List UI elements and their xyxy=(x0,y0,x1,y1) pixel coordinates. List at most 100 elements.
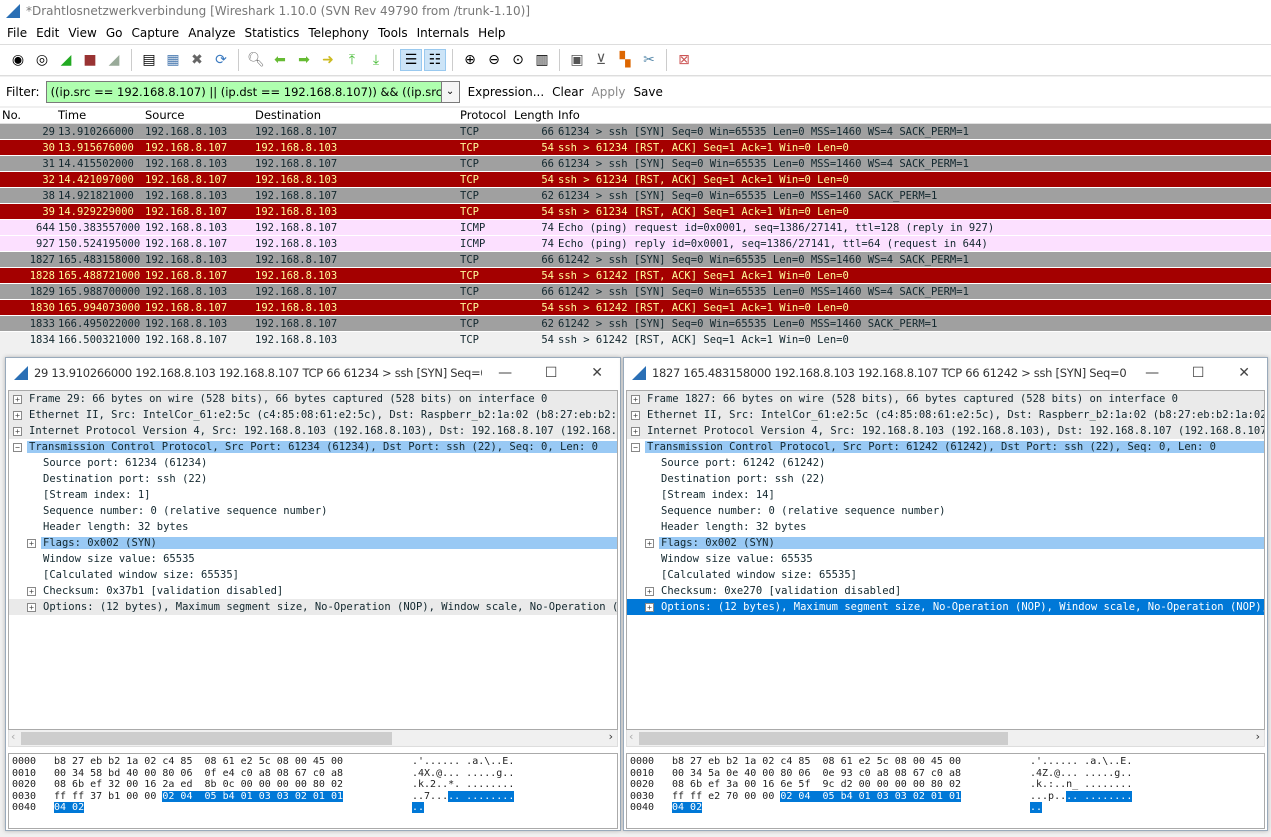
column-header-info[interactable]: Info xyxy=(558,108,1271,123)
scroll-right-icon[interactable]: › xyxy=(1256,730,1260,743)
tree-item[interactable]: Sequence number: 0 (relative sequence nu… xyxy=(627,503,1264,519)
clear-button[interactable]: Clear xyxy=(552,85,583,99)
preferences-button[interactable]: ✂ xyxy=(638,49,660,71)
packet-row[interactable]: 1833 166.495022000 192.168.8.103 192.168.8.… xyxy=(0,316,1271,332)
tree-item[interactable]: Header length: 32 bytes xyxy=(9,519,617,535)
find-button[interactable]: 🔍︎ xyxy=(245,49,267,71)
resize-columns-button[interactable]: ▥ xyxy=(531,49,553,71)
packet-row[interactable]: 30 13.915676000 192.168.8.107 192.168.8.103… xyxy=(0,140,1271,156)
expand-icon[interactable]: + xyxy=(645,602,654,612)
collapse-icon[interactable]: − xyxy=(631,442,640,452)
close-button[interactable]: ✕ xyxy=(1221,365,1267,381)
help-button[interactable]: ⊠ xyxy=(673,49,695,71)
expression-button[interactable]: Expression... xyxy=(468,85,545,99)
menu-file[interactable]: File xyxy=(4,26,33,40)
apply-button[interactable]: Apply xyxy=(592,85,626,99)
menu-telephony[interactable]: Telephony xyxy=(305,26,375,40)
scroll-left-icon[interactable]: ‹ xyxy=(11,730,15,743)
horizontal-scrollbar[interactable]: ‹ › xyxy=(626,730,1265,747)
expand-icon[interactable]: + xyxy=(631,410,640,420)
tree-item[interactable]: [Stream index: 14] xyxy=(627,487,1264,503)
packet-row[interactable]: 927 150.524195000 192.168.8.107 192.168.8.1… xyxy=(0,236,1271,252)
column-header-time[interactable]: Time xyxy=(57,108,145,123)
expand-icon[interactable]: + xyxy=(631,426,640,436)
menu-analyze[interactable]: Analyze xyxy=(185,26,241,40)
column-header-no[interactable]: No. xyxy=(0,108,57,123)
last-packet-button[interactable]: ⤓ xyxy=(365,49,387,71)
scrollbar-thumb[interactable] xyxy=(21,732,392,745)
zoom-in-button[interactable]: ⊕ xyxy=(459,49,481,71)
display-filters-button[interactable]: ⊻ xyxy=(590,49,612,71)
column-header-destination[interactable]: Destination xyxy=(255,108,460,123)
expand-icon[interactable]: + xyxy=(27,538,36,548)
menu-edit[interactable]: Edit xyxy=(33,26,65,40)
tree-item[interactable]: [Calculated window size: 65535] xyxy=(627,567,1264,583)
menu-view[interactable]: View xyxy=(65,26,102,40)
menu-help[interactable]: Help xyxy=(475,26,511,40)
go-to-packet-button[interactable]: ➜ xyxy=(317,49,339,71)
expand-icon[interactable]: + xyxy=(645,538,654,548)
auto-scroll-button[interactable]: ☷ xyxy=(424,49,446,71)
expand-icon[interactable]: + xyxy=(631,394,640,404)
menu-tools[interactable]: Tools xyxy=(375,26,414,40)
tree-item[interactable]: [Stream index: 1] xyxy=(9,487,617,503)
expand-icon[interactable]: + xyxy=(27,586,36,596)
tree-item[interactable]: + Options: (12 bytes), Maximum segment si… xyxy=(627,599,1264,615)
zoom-normal-button[interactable]: ⊙ xyxy=(507,49,529,71)
column-header-protocol[interactable]: Protocol xyxy=(460,108,512,123)
tree-item[interactable]: Header length: 32 bytes xyxy=(627,519,1264,535)
menu-statistics[interactable]: Statistics xyxy=(241,26,305,40)
colorize-button[interactable]: ☰ xyxy=(400,49,422,71)
scroll-left-icon[interactable]: ‹ xyxy=(629,730,633,743)
close-button[interactable]: ✖ xyxy=(186,49,208,71)
tree-item[interactable]: + Flags: 0x002 (SYN) xyxy=(9,535,617,551)
tree-item[interactable]: + Options: (12 bytes), Maximum segment si… xyxy=(9,599,617,615)
horizontal-scrollbar[interactable]: ‹ › xyxy=(8,730,618,747)
save-button[interactable]: ▦ xyxy=(162,49,184,71)
tree-item[interactable]: Destination port: ssh (22) xyxy=(627,471,1264,487)
packet-row[interactable]: 644 150.383557000 192.168.8.103 192.168.8.1… xyxy=(0,220,1271,236)
restart-capture-button[interactable]: ◢ xyxy=(103,49,125,71)
tree-item[interactable]: − Transmission Control Protocol, Src Port… xyxy=(9,439,617,455)
save-filter-button[interactable]: Save xyxy=(633,85,662,99)
scrollbar-thumb[interactable] xyxy=(639,732,1009,745)
column-header-length[interactable]: Length xyxy=(512,108,558,123)
menu-go[interactable]: Go xyxy=(103,26,129,40)
back-button[interactable]: ⬅ xyxy=(269,49,291,71)
tree-item[interactable]: − Transmission Control Protocol, Src Port… xyxy=(627,439,1264,455)
packet-row[interactable]: 1827 165.483158000 192.168.8.103 192.168.8.… xyxy=(0,252,1271,268)
tree-item[interactable]: Window size value: 65535 xyxy=(9,551,617,567)
tree-item[interactable]: + Checksum: 0x37b1 [validation disabled] xyxy=(9,583,617,599)
zoom-out-button[interactable]: ⊖ xyxy=(483,49,505,71)
menu-capture[interactable]: Capture xyxy=(128,26,185,40)
tree-item[interactable]: Source port: 61242 (61242) xyxy=(627,455,1264,471)
tree-item[interactable]: + Flags: 0x002 (SYN) xyxy=(627,535,1264,551)
open-button[interactable]: ▤ xyxy=(138,49,160,71)
scroll-right-icon[interactable]: › xyxy=(609,730,613,743)
expand-icon[interactable]: + xyxy=(13,410,22,420)
options-button[interactable]: ◎ xyxy=(31,49,53,71)
minimize-button[interactable]: — xyxy=(482,365,528,381)
stop-capture-button[interactable]: ■ xyxy=(79,49,101,71)
packet-row[interactable]: 29 13.910266000 192.168.8.103 192.168.8.107… xyxy=(0,124,1271,140)
packet-row[interactable]: 1830 165.994073000 192.168.8.107 192.168.8.… xyxy=(0,300,1271,316)
expand-icon[interactable]: + xyxy=(645,586,654,596)
minimize-button[interactable]: — xyxy=(1129,365,1175,381)
tree-item[interactable]: + Checksum: 0xe270 [validation disabled] xyxy=(627,583,1264,599)
reload-button[interactable]: ⟳ xyxy=(210,49,232,71)
packet-row[interactable]: 1828 165.488721000 192.168.8.107 192.168.8.… xyxy=(0,268,1271,284)
packet-row[interactable]: 31 14.415502000 192.168.8.103 192.168.8.107… xyxy=(0,156,1271,172)
tree-item[interactable]: + Internet Protocol Version 4, Src: 192.1… xyxy=(9,423,617,439)
tree-item[interactable]: Source port: 61234 (61234) xyxy=(9,455,617,471)
tree-item[interactable]: + Internet Protocol Version 4, Src: 192.1… xyxy=(627,423,1264,439)
packet-row[interactable]: 1829 165.988700000 192.168.8.103 192.168.8.… xyxy=(0,284,1271,300)
column-header-source[interactable]: Source xyxy=(145,108,255,123)
tree-item[interactable]: + Ethernet II, Src: IntelCor_61:e2:5c (c4… xyxy=(9,407,617,423)
packet-row[interactable]: 38 14.921821000 192.168.8.103 192.168.8.107… xyxy=(0,188,1271,204)
tree-item[interactable]: + Frame 1827: 66 bytes on wire (528 bits)… xyxy=(627,391,1264,407)
tree-item[interactable]: Window size value: 65535 xyxy=(627,551,1264,567)
menu-internals[interactable]: Internals xyxy=(414,26,476,40)
packet-row[interactable]: 39 14.929229000 192.168.8.107 192.168.8.103… xyxy=(0,204,1271,220)
start-capture-button[interactable]: ◢ xyxy=(55,49,77,71)
tree-item[interactable]: [Calculated window size: 65535] xyxy=(9,567,617,583)
